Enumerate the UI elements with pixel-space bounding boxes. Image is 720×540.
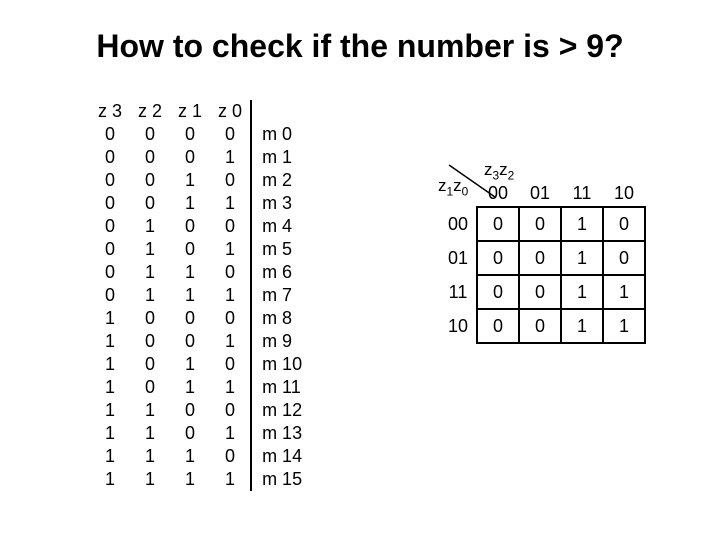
table-row: 1111m 15 (90, 468, 310, 491)
table-row: 1010m 10 (90, 353, 310, 376)
kmap-col-label: 00 (477, 180, 519, 207)
slide-title: How to check if the number is > 9? (0, 28, 720, 65)
kmap-cell: 1 (561, 275, 603, 309)
kmap-cell: 1 (561, 309, 603, 343)
kmap-cell: 0 (477, 207, 519, 241)
table-row: 0110m 6 (90, 261, 310, 284)
col-z1: z 1 (170, 100, 210, 123)
kmap-row-label: 11 (440, 275, 477, 309)
kmap-cell: 0 (519, 241, 561, 275)
kmap-col-label: 01 (519, 180, 561, 207)
kmap-col-label: 11 (561, 180, 603, 207)
table-row: 0111m 7 (90, 284, 310, 307)
kmap-cell: 0 (519, 275, 561, 309)
table-row: 1101m 13 (90, 422, 310, 445)
truth-header-row: z 3 z 2 z 1 z 0 (90, 100, 310, 123)
kmap-cell: 0 (519, 207, 561, 241)
table-row: 1001m 9 (90, 330, 310, 353)
kmap-cell: 0 (477, 309, 519, 343)
table-row: 1100m 12 (90, 399, 310, 422)
truth-table: z 3 z 2 z 1 z 0 0000m 0 0001m 1 0010m 2 … (90, 100, 310, 491)
table-row: 0000m 0 (90, 123, 310, 146)
kmap-cell: 1 (561, 207, 603, 241)
table-row: 0011m 3 (90, 192, 310, 215)
col-z3: z 3 (90, 100, 130, 123)
table-row: 1011m 11 (90, 376, 310, 399)
kmap-cell: 0 (603, 207, 645, 241)
slide: How to check if the number is > 9? z 3 z… (0, 0, 720, 540)
karnaugh-map: z3z2 z1z0 00 01 11 10 00 0 0 1 0 01 0 (440, 180, 646, 344)
kmap-cell: 0 (477, 241, 519, 275)
kmap-row-label: 00 (440, 207, 477, 241)
kmap-cell: 1 (561, 241, 603, 275)
kmap-row-label: 10 (440, 309, 477, 343)
table-row: 1110m 14 (90, 445, 310, 468)
col-minterm (251, 100, 310, 123)
kmap-cell: 1 (603, 275, 645, 309)
kmap-grid: 00 01 11 10 00 0 0 1 0 01 0 0 1 0 11 0 (440, 180, 646, 344)
kmap-row-var: z1z0 (438, 176, 468, 196)
kmap-col-label: 10 (603, 180, 645, 207)
kmap-row-label: 01 (440, 241, 477, 275)
col-z0: z 0 (210, 100, 251, 123)
table-row: 0001m 1 (90, 146, 310, 169)
kmap-cell: 1 (603, 309, 645, 343)
table-row: 0101m 5 (90, 238, 310, 261)
table-row: 0100m 4 (90, 215, 310, 238)
table-row: 0010m 2 (90, 169, 310, 192)
kmap-cell: 0 (519, 309, 561, 343)
col-z2: z 2 (130, 100, 170, 123)
kmap-cell: 0 (603, 241, 645, 275)
kmap-col-var: z3z2 (484, 160, 514, 180)
kmap-cell: 0 (477, 275, 519, 309)
table-row: 1000m 8 (90, 307, 310, 330)
